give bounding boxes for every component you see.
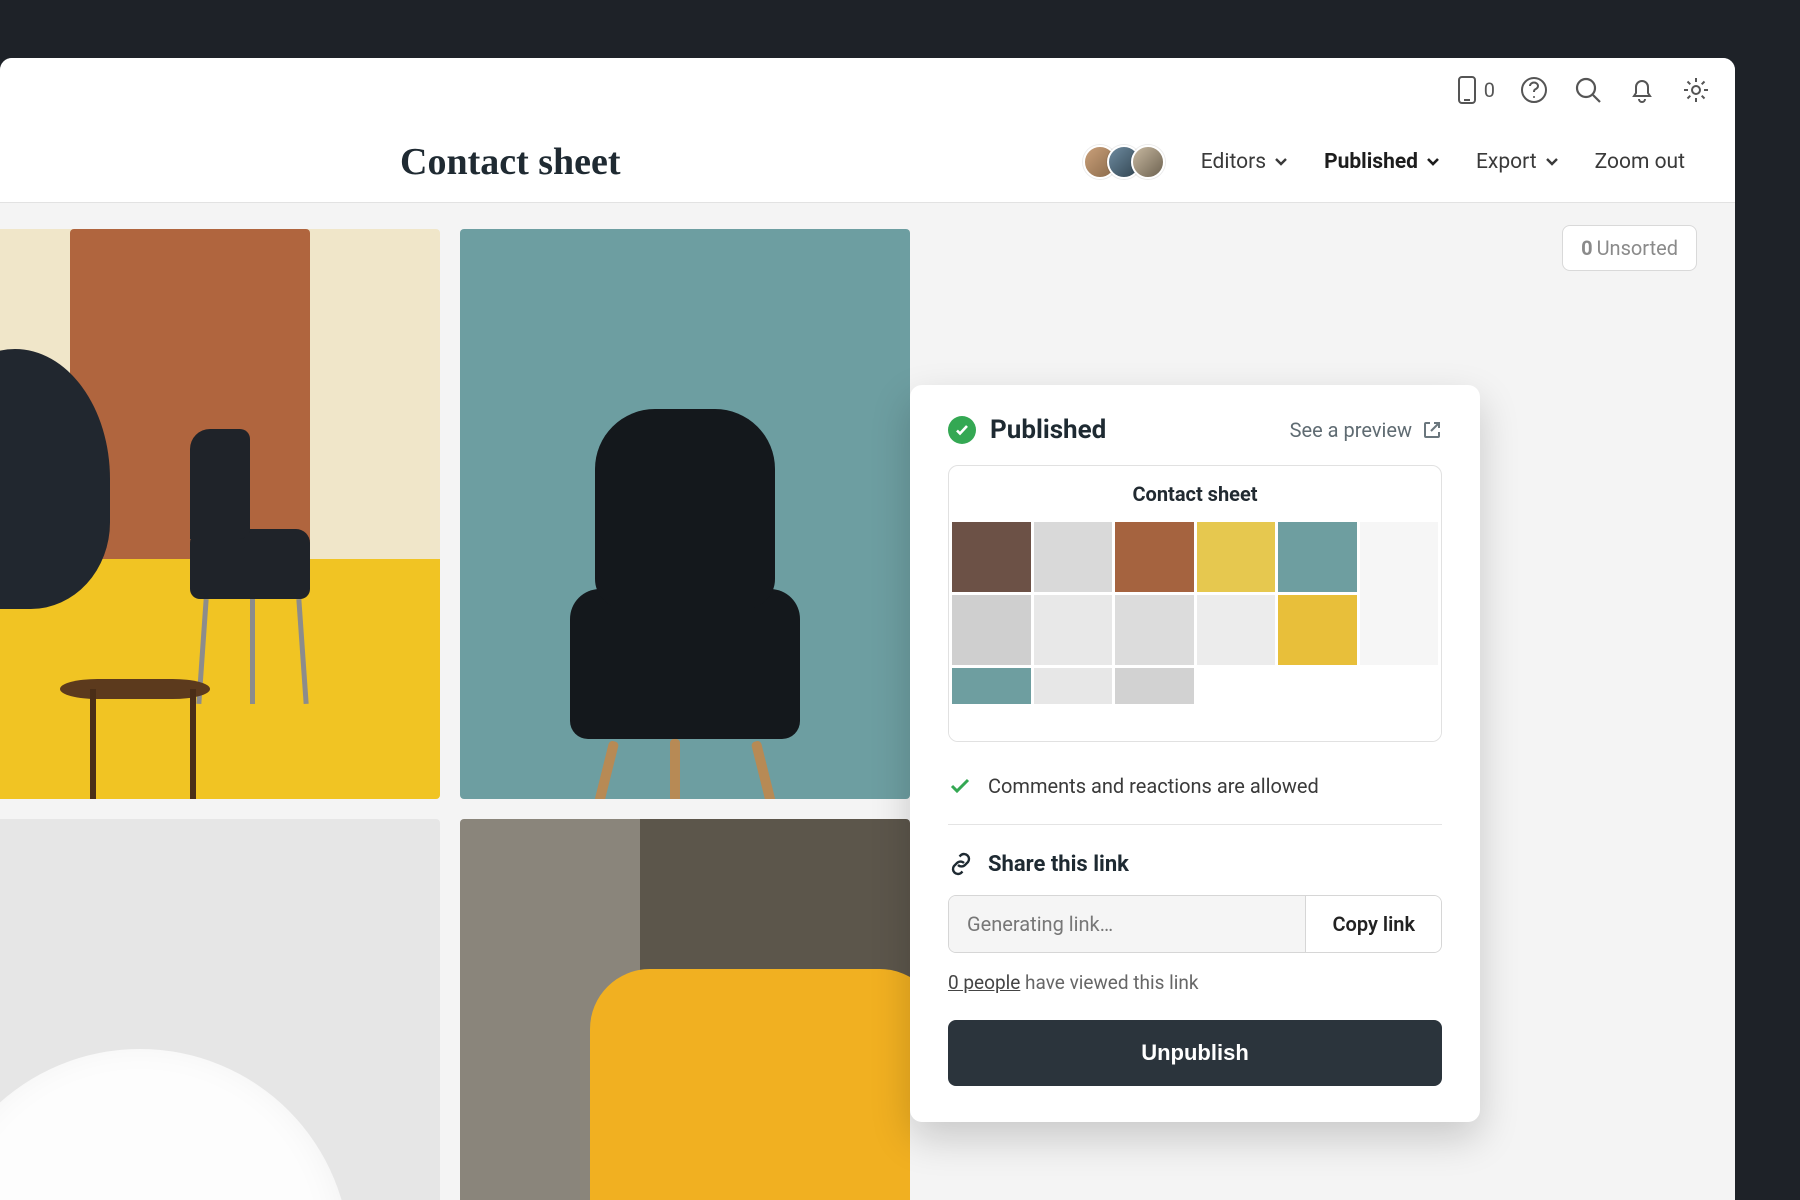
chevron-down-icon — [1545, 157, 1559, 167]
thumbnail-grid — [0, 229, 910, 1200]
mobile-count: 0 — [1484, 78, 1495, 102]
share-section-heading: Share this link — [948, 851, 1442, 877]
gear-icon — [1681, 75, 1711, 105]
chevron-down-icon — [1274, 157, 1288, 167]
canvas[interactable]: 0Unsorted Published See a preview — [0, 203, 1735, 1200]
page-title: Contact sheet — [400, 140, 621, 184]
chevron-down-icon — [1426, 157, 1440, 167]
viewers-line: 0 people have viewed this link — [948, 971, 1442, 994]
copy-link-button[interactable]: Copy link — [1305, 896, 1441, 952]
published-dropdown[interactable]: Published — [1324, 150, 1440, 174]
page-toolbar: Editors Published Export Zoom out — [1083, 145, 1685, 179]
image-thumbnail[interactable] — [460, 229, 910, 799]
viewers-link[interactable]: 0 people — [948, 971, 1020, 994]
zoom-out-button[interactable]: Zoom out — [1595, 150, 1685, 174]
bell-icon — [1627, 75, 1657, 105]
external-link-icon — [1422, 420, 1442, 440]
mini-sidebar — [1360, 522, 1439, 665]
preview-mini-card[interactable]: Contact sheet — [948, 465, 1442, 742]
image-thumbnail[interactable] — [0, 229, 440, 799]
collaborator-avatars[interactable] — [1083, 145, 1165, 179]
help-button[interactable] — [1519, 75, 1549, 105]
share-link-row: Generating link… Copy link — [948, 895, 1442, 953]
unsorted-card[interactable]: 0Unsorted — [1562, 225, 1697, 271]
image-thumbnail[interactable] — [460, 819, 910, 1200]
image-thumbnail[interactable] — [0, 819, 440, 1200]
search-button[interactable] — [1573, 75, 1603, 105]
search-icon — [1573, 75, 1603, 105]
share-link-field[interactable]: Generating link… — [949, 896, 1305, 952]
export-dropdown[interactable]: Export — [1476, 150, 1559, 174]
mobile-preview-button[interactable]: 0 — [1456, 75, 1495, 105]
help-icon — [1519, 75, 1549, 105]
page-header: Contact sheet Editors Published Export Z… — [0, 122, 1735, 203]
notifications-button[interactable] — [1627, 75, 1657, 105]
unsorted-label: Unsorted — [1597, 236, 1678, 260]
settings-button[interactable] — [1681, 75, 1711, 105]
permissions-note: Comments and reactions are allowed — [948, 768, 1442, 825]
utility-bar: 0 — [0, 58, 1735, 122]
unsorted-count: 0 — [1581, 236, 1592, 260]
check-circle-icon — [948, 416, 976, 444]
mini-card-title: Contact sheet — [949, 466, 1441, 522]
mini-thumbnail-grid — [949, 522, 1441, 741]
publish-popover: Published See a preview Contact sheet — [910, 385, 1480, 1122]
editors-dropdown[interactable]: Editors — [1201, 150, 1288, 174]
unpublish-button[interactable]: Unpublish — [948, 1020, 1442, 1086]
phone-icon — [1456, 75, 1478, 105]
app-window: 0 Contact sheet — [0, 58, 1735, 1200]
check-icon — [948, 774, 972, 798]
see-preview-link[interactable]: See a preview — [1290, 418, 1442, 442]
avatar — [1131, 145, 1165, 179]
popover-heading: Published — [948, 415, 1106, 445]
link-icon — [948, 851, 974, 877]
